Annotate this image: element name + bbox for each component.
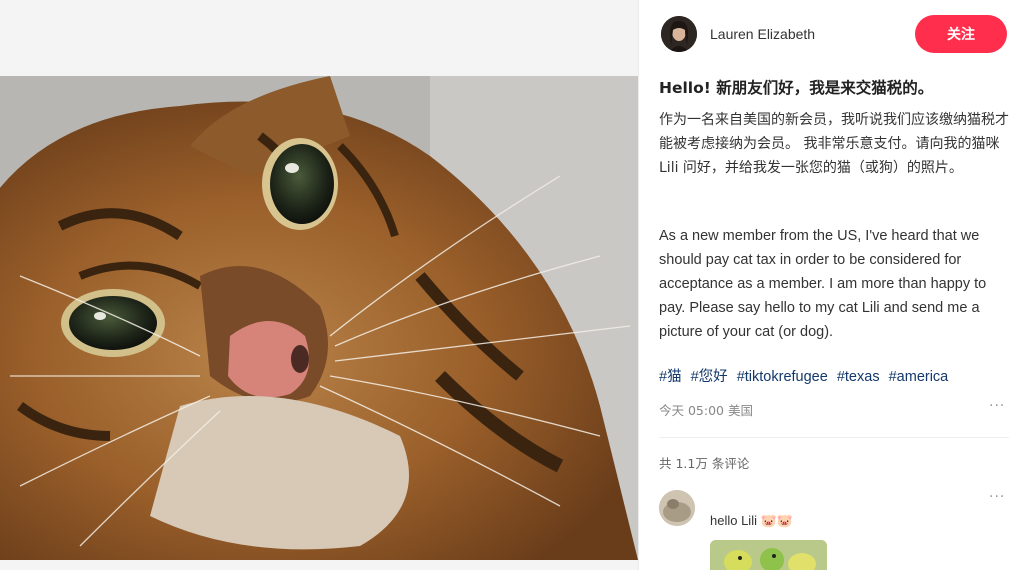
comment-body: hello Lili bbox=[710, 513, 757, 528]
commenter-avatar[interactable] bbox=[659, 490, 695, 526]
author-name[interactable]: Lauren Elizabeth bbox=[710, 26, 815, 42]
hashtag-list: #猫 #您好 #tiktokrefugee #texas #america bbox=[659, 365, 1011, 386]
comment-more-options-icon[interactable]: ··· bbox=[989, 489, 1005, 505]
post-body-chinese: 作为一名来自美国的新会员，我听说我们应该缴纳猫税才能被考虑接纳为会员。 我非常乐… bbox=[659, 112, 1009, 176]
cat-photo[interactable] bbox=[0, 76, 638, 560]
post-body-english: As a new member from the US, I've heard … bbox=[659, 228, 987, 340]
more-options-icon[interactable]: ··· bbox=[989, 398, 1005, 414]
comment-count: 共 1.1万 条评论 bbox=[659, 456, 750, 471]
post-timestamp-location: 今天 05:00 美国 bbox=[659, 403, 753, 418]
pig-emoji-icon: 🐷🐷 bbox=[760, 513, 793, 528]
comment-text: hello Lili 🐷🐷 bbox=[710, 513, 793, 529]
hashtag-link[interactable]: #america bbox=[889, 369, 949, 385]
comment-image-parakeet[interactable] bbox=[710, 540, 827, 570]
post-detail-pane: Lauren Elizabeth 关注 Hello! 新朋友们好，我是来交猫税的… bbox=[638, 0, 1024, 570]
hashtag-link[interactable]: #tiktokrefugee bbox=[737, 369, 828, 385]
follow-button[interactable]: 关注 bbox=[915, 15, 1007, 53]
hashtag-link[interactable]: #texas bbox=[837, 369, 880, 385]
hashtag-link[interactable]: #猫 bbox=[659, 369, 682, 385]
divider bbox=[659, 437, 1009, 438]
post-title: Hello! 新朋友们好，我是来交猫税的。 bbox=[659, 79, 934, 97]
author-avatar[interactable] bbox=[661, 16, 697, 52]
media-pane bbox=[0, 0, 638, 570]
hashtag-link[interactable]: #您好 bbox=[691, 369, 728, 385]
